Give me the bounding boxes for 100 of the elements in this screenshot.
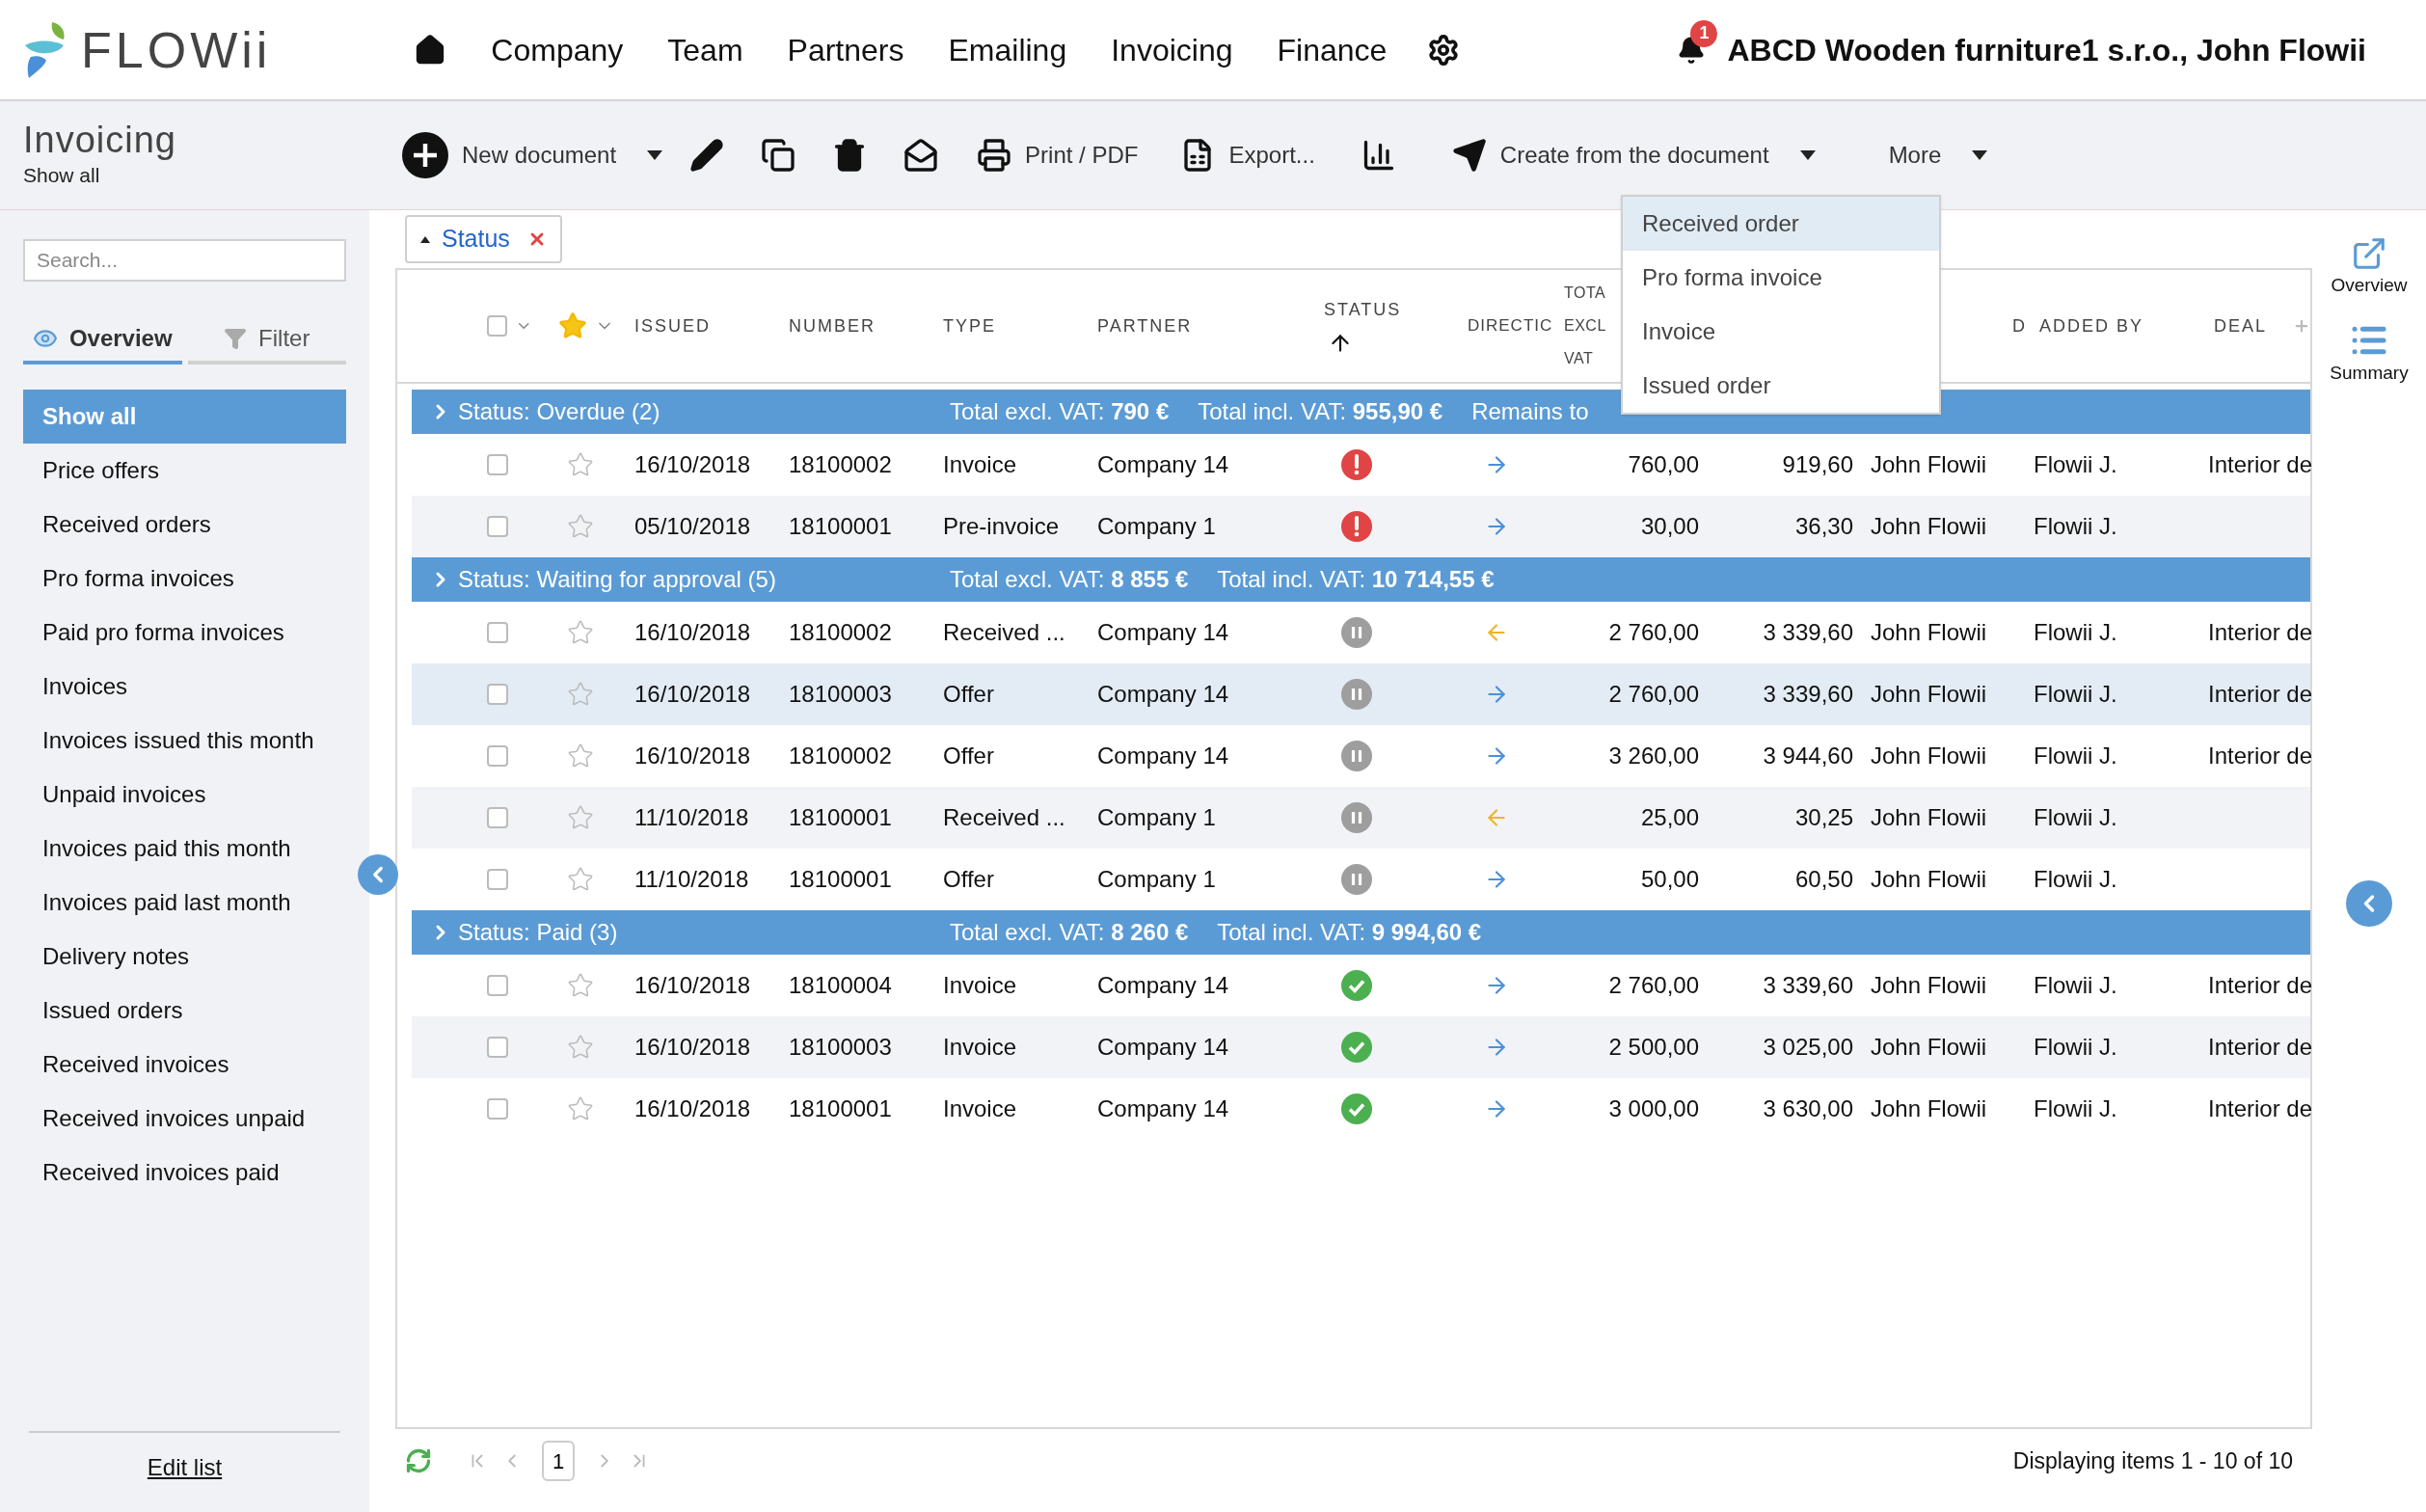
sidebar-item[interactable]: Pro forma invoices	[23, 552, 346, 606]
star-icon[interactable]	[567, 972, 594, 999]
group-summary: Total incl. VAT: 9 994,60 €	[1217, 918, 1482, 947]
star-icon[interactable]	[567, 866, 594, 893]
column-header[interactable]: ADDED BY	[2039, 315, 2144, 336]
column-header[interactable]: TOTA EXCL VAT	[1564, 277, 1608, 375]
star-icon[interactable]	[567, 451, 594, 478]
overview-button[interactable]: Overview	[2331, 235, 2408, 300]
row-checkbox[interactable]	[487, 684, 508, 705]
column-header[interactable]: DIRECTIC	[1468, 316, 1553, 336]
row-checkbox[interactable]	[487, 1098, 508, 1120]
menu-item[interactable]: Pro forma invoice	[1623, 251, 1939, 305]
print-button[interactable]: Print / PDF	[975, 126, 1141, 184]
sidebar-item[interactable]: Received invoices	[23, 1038, 346, 1092]
nav-link[interactable]: Invoicing	[1095, 26, 1249, 73]
page-number-field[interactable]: 1	[542, 1441, 575, 1481]
table-row[interactable]: 16/10/2018 18100003 Invoice Company 14 2 500,00 3 025,00 John Flowii Flowii J. Interior de	[412, 1016, 2310, 1078]
table-cell-text: 3 000,00	[1608, 1094, 1699, 1123]
more-button[interactable]: More	[1886, 126, 1990, 184]
group-summary: Total incl. VAT: 10 714,55 €	[1217, 565, 1495, 594]
column-header[interactable]: ISSUED	[634, 315, 712, 336]
nav-link[interactable]: Team	[652, 26, 759, 73]
nav-link[interactable]: Company	[475, 26, 639, 73]
menu-item[interactable]: Invoice	[1623, 305, 1939, 359]
edit-list-link[interactable]: Edit list	[147, 1450, 223, 1485]
column-header[interactable]: TYPE	[943, 315, 996, 336]
table-cell-text: 919,60	[1782, 450, 1853, 479]
sidebar-tab[interactable]: Overview	[23, 316, 182, 364]
table-row[interactable]: 05/10/2018 18100001 Pre-invoice Company 1 30,00 36,30 John Flowii Flowii J.	[412, 496, 2310, 557]
search-field[interactable]: Search...	[23, 239, 346, 282]
table-cell-text: Invoice	[943, 450, 1017, 479]
chip-label: Status	[442, 224, 510, 255]
table-cell-text: Company 14	[1097, 1094, 1229, 1123]
collapse-sidebar-button[interactable]	[358, 854, 398, 895]
row-checkbox[interactable]	[487, 622, 508, 643]
star-icon[interactable]	[567, 804, 594, 831]
table-row[interactable]: 11/10/2018 18100001 Received ... Company 1 25,00 30,25 John Flowii Flowii J.	[412, 787, 2310, 849]
envelope-icon	[903, 138, 939, 173]
row-checkbox[interactable]	[487, 745, 508, 767]
pencil-icon	[689, 138, 725, 173]
table-cell-text: 36,30	[1794, 512, 1853, 541]
menu-item[interactable]: Issued order	[1623, 359, 1939, 413]
sidebar-item[interactable]: Delivery notes	[23, 930, 346, 984]
row-checkbox[interactable]	[487, 869, 508, 890]
table-cell-text: John Flowii	[1871, 450, 1987, 479]
table-row[interactable]: 16/10/2018 18100003 Offer Company 14 2 760,00 3 339,60 John Flowii Flowii J. Interior de	[412, 663, 2310, 725]
table-cell-text: 16/10/2018	[634, 680, 751, 709]
sidebar-item[interactable]: Received orders	[23, 498, 346, 552]
column-header[interactable]: NUMBER	[789, 315, 876, 336]
sidebar-item[interactable]: Received invoices paid	[23, 1146, 346, 1200]
sidebar-item[interactable]: Received invoices unpaid	[23, 1092, 346, 1146]
row-checkbox[interactable]	[487, 975, 508, 996]
new-document-button[interactable]: New document	[400, 126, 665, 184]
table-cell-text: Interior de	[2208, 618, 2313, 647]
settings-icon[interactable]	[1427, 33, 1461, 67]
star-icon[interactable]	[567, 681, 594, 708]
table-cell-text: 760,00	[1628, 450, 1699, 479]
column-header[interactable]: STATUS	[1324, 296, 1402, 323]
sidebar-item[interactable]: Invoices issued this month	[23, 714, 346, 768]
sort-up-icon	[420, 235, 430, 243]
sidebar-item[interactable]: Invoices paid last month	[23, 876, 346, 930]
star-icon[interactable]	[567, 619, 594, 646]
nav-link[interactable]: Partners	[771, 26, 920, 73]
table-cell-text: Interior de	[2208, 680, 2313, 709]
sidebar-item[interactable]: Invoices	[23, 660, 346, 714]
group-label: Status: Paid (3)	[457, 918, 619, 947]
column-header[interactable]: D	[2012, 312, 2027, 339]
nav-link[interactable]: Finance	[1261, 26, 1403, 73]
summary-button[interactable]: Summary	[2330, 320, 2409, 387]
nav-link[interactable]: Emailing	[932, 26, 1083, 73]
status-group-chip[interactable]: Status	[405, 215, 562, 263]
star-icon[interactable]	[567, 1034, 594, 1061]
create-from-button[interactable]: Create from the document	[1449, 126, 1818, 184]
table-cell-text: 3 025,00	[1763, 1033, 1853, 1062]
row-checkbox[interactable]	[487, 807, 508, 828]
star-icon[interactable]	[567, 1095, 594, 1122]
group-label: Status: Overdue (2)	[457, 397, 661, 426]
account-name[interactable]: ABCD Wooden furniture1 s.r.o., John Flowii	[1727, 26, 2366, 73]
star-icon[interactable]	[567, 513, 594, 540]
caret-icon	[1799, 150, 1816, 160]
column-header[interactable]: PARTNER	[1097, 315, 1193, 336]
sidebar-item[interactable]: Price offers	[23, 444, 346, 498]
sidebar-item[interactable]: Unpaid invoices	[23, 768, 346, 822]
row-checkbox[interactable]	[487, 516, 508, 537]
star-icon[interactable]	[558, 311, 587, 340]
table-cell-text: 18100001	[789, 865, 892, 894]
export-button[interactable]: Export...	[1178, 126, 1317, 184]
select-all-checkbox[interactable]	[487, 315, 507, 337]
sidebar-item[interactable]: Paid pro forma invoices	[23, 606, 346, 660]
row-checkbox[interactable]	[487, 1037, 508, 1058]
refresh-icon[interactable]	[405, 1447, 432, 1474]
sidebar-tab[interactable]: Filter	[187, 316, 346, 364]
column-header[interactable]: DEAL	[2214, 315, 2268, 336]
sidebar-item[interactable]: Invoices paid this month	[23, 822, 346, 876]
collapse-right-button[interactable]	[2346, 880, 2392, 927]
group-summary: Total excl. VAT: 8 855 €	[950, 565, 1189, 594]
sidebar-item[interactable]: Issued orders	[23, 984, 346, 1038]
star-icon[interactable]	[567, 742, 594, 770]
row-checkbox[interactable]	[487, 454, 508, 475]
menu-item[interactable]: Received order	[1623, 197, 1939, 251]
